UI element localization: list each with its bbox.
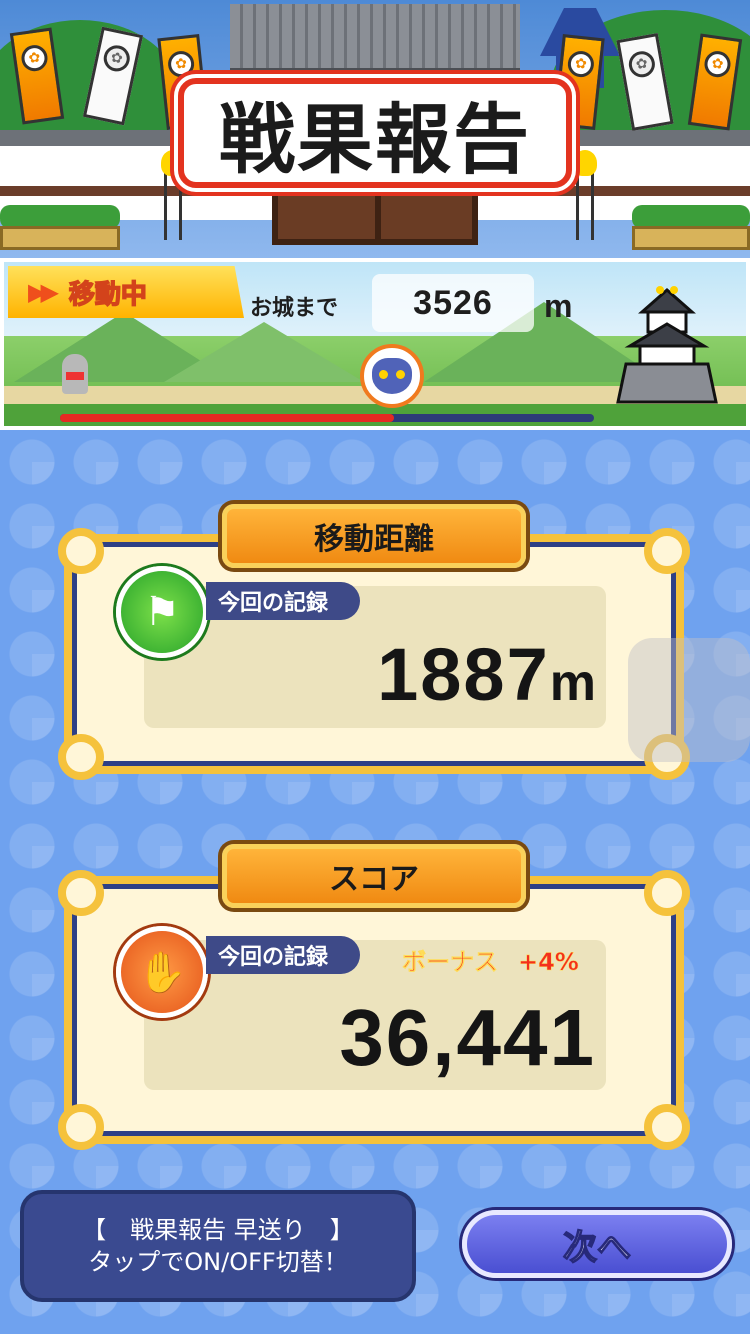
moving-status-label: 移動中	[68, 279, 148, 311]
flowerbed-right	[632, 226, 750, 250]
translucent-overlay-button[interactable]	[628, 638, 750, 762]
page-title-text: 戦果報告	[219, 95, 531, 184]
score-card-title: スコア	[222, 844, 526, 908]
fast-forward-line1: 【 戦果報告 早送り 】	[82, 1216, 354, 1244]
bonus-value: +4%	[518, 948, 579, 977]
cat-paw-fan-icon: ✋	[116, 926, 208, 1018]
fast-forward-arrows-icon: ▶▶	[28, 278, 59, 306]
fast-forward-toggle-button[interactable]: 【 戦果報告 早送り 】 タップでON/OFF切替！	[20, 1190, 416, 1302]
brazier-left	[161, 150, 185, 240]
fast-forward-line2: タップでON/OFF切替！	[88, 1248, 348, 1276]
distance-card: ⚑ 今回の記録 1887m	[58, 528, 690, 780]
score-card: ✋ 今回の記録 ボーナス +4% 36,441	[58, 870, 690, 1150]
bonus-indicator: ボーナス +4%	[402, 942, 579, 977]
to-castle-label: お城まで	[250, 296, 339, 321]
distance-unit: m	[549, 654, 596, 712]
distance-card-title-text: 移動距離	[314, 522, 434, 557]
castle-icon	[616, 286, 718, 404]
score-record-label: 今回の記録	[206, 936, 361, 974]
score-card-title-text: スコア	[329, 862, 419, 897]
moving-status-tag: ▶▶ 移動中	[8, 266, 244, 318]
travel-progress-panel: ▶▶ 移動中 お城まで 3526 m	[0, 258, 750, 430]
bonus-label: ボーナス	[402, 948, 499, 977]
cat-face-icon	[360, 344, 424, 408]
score-value: 36,441	[339, 993, 596, 1082]
distance-card-title: 移動距離	[222, 504, 526, 568]
results-area: ⚑ 今回の記録 1887m 移動距離 ✋ 今回の記録 ボーナス +4% 36,44…	[0, 430, 750, 1334]
travel-progress-fill	[60, 414, 395, 422]
next-button[interactable]: 次へ	[462, 1210, 732, 1278]
castle-header: ✿ ✿ ✿ ✿ ✿ ✿ 戦果報告	[0, 0, 750, 258]
page-title: 戦果報告	[178, 78, 572, 188]
distance-value: 1887m	[377, 632, 596, 717]
signpost-icon: ⚑	[116, 566, 208, 658]
gate-roof	[230, 4, 520, 74]
flowerbed-left	[0, 226, 120, 250]
distance-record-label: 今回の記録	[206, 582, 361, 620]
travel-progress-bar	[60, 414, 594, 422]
remaining-distance-unit: m	[544, 288, 573, 324]
mountain	[164, 322, 364, 382]
jizo-statue-icon	[62, 354, 88, 394]
remaining-distance: 3526	[372, 274, 534, 332]
distance-number: 1887	[377, 633, 550, 716]
brazier-right	[573, 150, 597, 240]
